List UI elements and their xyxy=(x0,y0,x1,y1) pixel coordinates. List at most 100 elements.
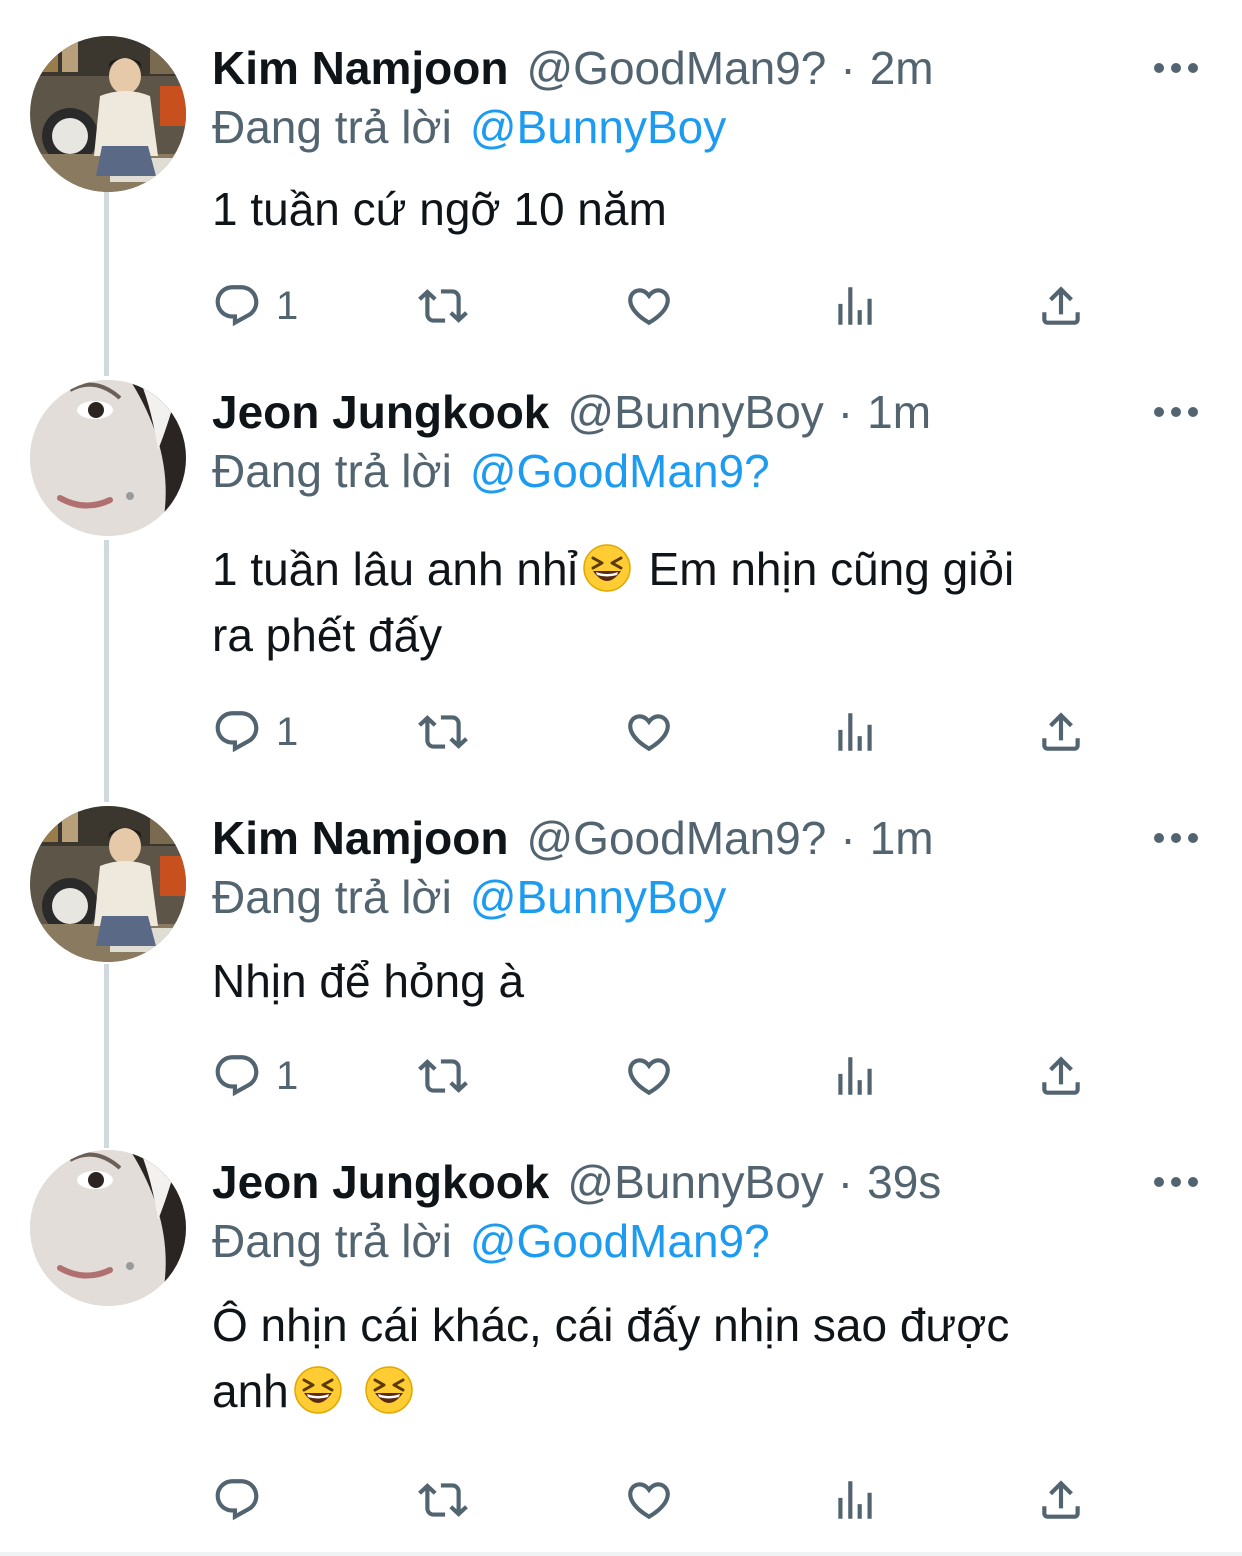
reply-button[interactable]: 1 xyxy=(212,1046,298,1106)
reply-prefix: Đang trả lời xyxy=(212,101,452,153)
reply-prefix: Đang trả lời xyxy=(212,445,452,497)
replying-to: Đang trả lời @GoodMan9? xyxy=(212,444,770,498)
more-options-icon[interactable] xyxy=(1154,402,1198,422)
tweet-actions: 1 xyxy=(212,702,1092,762)
reply-button[interactable]: 1 xyxy=(212,276,298,336)
separator: · xyxy=(840,42,856,94)
reply-icon xyxy=(212,281,262,331)
replying-to: Đang trả lời @BunnyBoy xyxy=(212,100,726,154)
reply-prefix: Đang trả lời xyxy=(212,871,452,923)
retweet-button[interactable] xyxy=(418,1470,468,1530)
thread-line xyxy=(104,964,109,1148)
avatar[interactable] xyxy=(30,380,186,536)
reply-button[interactable]: 1 xyxy=(212,702,298,762)
timestamp[interactable]: 1m xyxy=(870,811,934,865)
mention-link[interactable]: @BunnyBoy xyxy=(470,101,726,153)
like-button[interactable] xyxy=(624,276,674,336)
display-name[interactable]: Jeon Jungkook xyxy=(212,385,549,439)
share-icon xyxy=(1036,1475,1086,1525)
share-icon xyxy=(1036,281,1086,331)
tweet-text-part: anh xyxy=(212,1365,289,1417)
display-name[interactable]: Jeon Jungkook xyxy=(212,1155,549,1209)
share-button[interactable] xyxy=(1036,702,1086,762)
profile-photo xyxy=(30,806,186,962)
tweet-actions: 1 xyxy=(212,1046,1092,1106)
reply-prefix: Đang trả lời xyxy=(212,1215,452,1267)
analytics-button[interactable] xyxy=(830,702,880,762)
retweet-button[interactable] xyxy=(418,276,468,336)
share-icon xyxy=(1036,1051,1086,1101)
tweet-text-part: Em nhịn cũng giỏi xyxy=(648,543,1015,595)
user-handle[interactable]: @BunnyBoy xyxy=(567,385,823,439)
laughing-emoji-icon xyxy=(364,1365,414,1415)
avatar[interactable] xyxy=(30,806,186,962)
like-button[interactable] xyxy=(624,702,674,762)
reply-count: 1 xyxy=(276,283,299,328)
tweet-text: 1 tuần lâu anh nhỉ Em nhịn cũng giỏi ra … xyxy=(212,536,1172,668)
tweet-header: Jeon Jungkook @BunnyBoy · 1m xyxy=(212,380,931,444)
like-button[interactable] xyxy=(624,1046,674,1106)
tweet-text-part: 1 tuần lâu anh nhỉ xyxy=(212,543,578,595)
timestamp[interactable]: 39s xyxy=(867,1155,941,1209)
tweet-header: Kim Namjoon @GoodMan9? · 2m xyxy=(212,36,934,100)
tweet-actions: 1 xyxy=(212,276,1092,336)
avatar[interactable] xyxy=(30,36,186,192)
display-name[interactable]: Kim Namjoon xyxy=(212,811,508,865)
display-name[interactable]: Kim Namjoon xyxy=(212,41,508,95)
tweet-text: Ô nhịn cái khác, cái đấy nhịn sao được a… xyxy=(212,1292,1172,1424)
more-options-icon[interactable] xyxy=(1154,828,1198,848)
share-icon xyxy=(1036,707,1086,757)
timestamp[interactable]: 1m xyxy=(867,385,931,439)
analytics-button[interactable] xyxy=(830,1046,880,1106)
retweet-icon xyxy=(418,707,468,757)
analytics-button[interactable] xyxy=(830,276,880,336)
retweet-button[interactable] xyxy=(418,702,468,762)
user-handle[interactable]: @GoodMan9? xyxy=(526,811,826,865)
like-icon xyxy=(624,281,674,331)
share-button[interactable] xyxy=(1036,1046,1086,1106)
user-handle[interactable]: @BunnyBoy xyxy=(567,1155,823,1209)
share-button[interactable] xyxy=(1036,276,1086,336)
separator: · xyxy=(837,1156,854,1208)
reply-icon xyxy=(212,707,262,757)
laughing-emoji-icon xyxy=(582,543,632,593)
reply-count: 1 xyxy=(276,709,299,754)
profile-photo xyxy=(30,380,186,536)
laughing-emoji-icon xyxy=(293,1365,343,1415)
thread-line xyxy=(104,192,109,376)
analytics-icon xyxy=(830,1051,880,1101)
like-icon xyxy=(624,1475,674,1525)
mention-link[interactable]: @BunnyBoy xyxy=(470,871,726,923)
more-options-icon[interactable] xyxy=(1154,1172,1198,1192)
tweet-text: Nhịn để hỏng à xyxy=(212,955,525,1007)
replying-to: Đang trả lời @GoodMan9? xyxy=(212,1214,770,1268)
analytics-icon xyxy=(830,1475,880,1525)
like-icon xyxy=(624,1051,674,1101)
share-button[interactable] xyxy=(1036,1470,1086,1530)
mention-link[interactable]: @GoodMan9? xyxy=(470,445,770,497)
retweet-button[interactable] xyxy=(418,1046,468,1106)
timestamp[interactable]: 2m xyxy=(870,41,934,95)
more-options-icon[interactable] xyxy=(1154,58,1198,78)
reply-count: 1 xyxy=(276,1053,299,1098)
avatar[interactable] xyxy=(30,1150,186,1306)
like-button[interactable] xyxy=(624,1470,674,1530)
tweet-text-part: ra phết đấy xyxy=(212,609,443,661)
retweet-icon xyxy=(418,1475,468,1525)
tweet-text-part: Ô nhịn cái khác, cái đấy nhịn sao được xyxy=(212,1299,1010,1351)
retweet-icon xyxy=(418,1051,468,1101)
user-handle[interactable]: @GoodMan9? xyxy=(526,41,826,95)
tweet-header: Jeon Jungkook @BunnyBoy · 39s xyxy=(212,1150,941,1214)
mention-link[interactable]: @GoodMan9? xyxy=(470,1215,770,1267)
separator: · xyxy=(840,812,856,864)
thread-line xyxy=(104,540,109,802)
retweet-icon xyxy=(418,281,468,331)
like-icon xyxy=(624,707,674,757)
analytics-button[interactable] xyxy=(830,1470,880,1530)
reply-button[interactable] xyxy=(212,1470,276,1530)
tweet-actions xyxy=(212,1470,1092,1530)
tweet-header: Kim Namjoon @GoodMan9? · 1m xyxy=(212,806,934,870)
profile-photo xyxy=(30,36,186,192)
divider xyxy=(0,1552,1242,1556)
replying-to: Đang trả lời @BunnyBoy xyxy=(212,870,726,924)
